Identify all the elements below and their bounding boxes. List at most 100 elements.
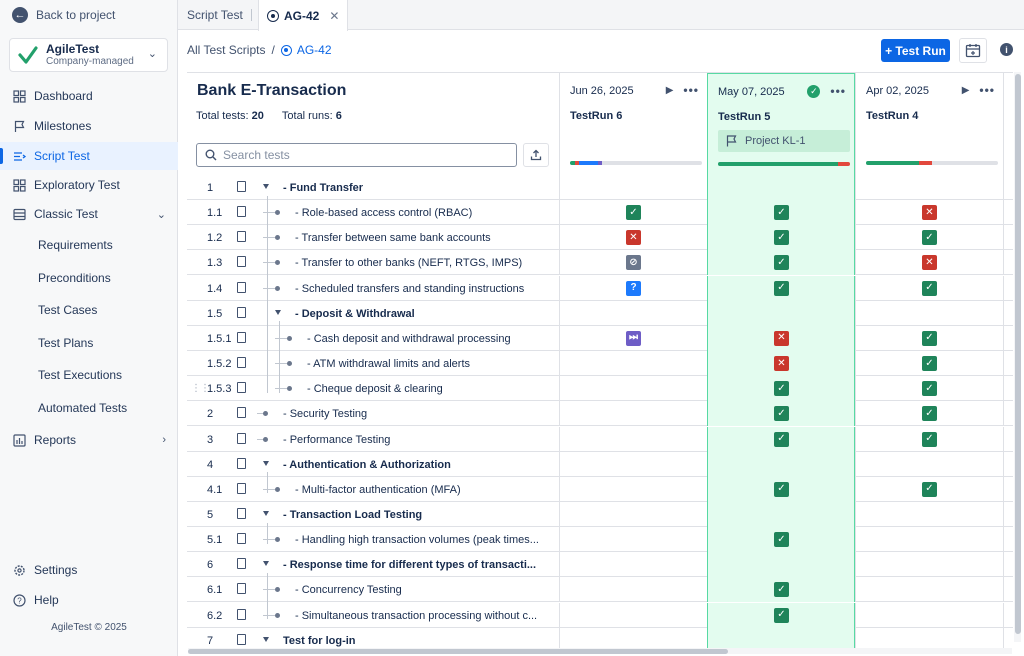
table-row[interactable]: 1.2 - Transfer between same bank accounts… xyxy=(187,225,1013,251)
test-run-column-header[interactable]: Jun 26, 2025 ▶ ••• TestRun 6 xyxy=(559,73,707,175)
scroll-thumb[interactable] xyxy=(188,649,728,654)
sidebar-item-dashboard[interactable]: Dashboard xyxy=(0,82,178,110)
result-cell[interactable] xyxy=(707,175,855,200)
table-row[interactable]: 5 - Transaction Load Testing xyxy=(187,501,1013,527)
pass-status-icon[interactable]: ✓ xyxy=(922,406,937,422)
result-cell[interactable]: ⏭ xyxy=(559,325,707,351)
result-cell[interactable] xyxy=(559,451,707,477)
result-cell[interactable]: ✓ xyxy=(855,225,1003,251)
result-cell[interactable]: ✓ xyxy=(559,200,707,226)
result-cell[interactable] xyxy=(855,577,1003,603)
tab-script-test[interactable]: Script Test xyxy=(187,0,243,30)
sidebar-item-milestones[interactable]: Milestones xyxy=(0,112,178,140)
table-row[interactable]: 3 - Performance Testing ✓ ✓ xyxy=(187,426,1013,452)
result-cell[interactable] xyxy=(559,501,707,527)
result-cell[interactable]: ✓ xyxy=(707,401,855,427)
result-cell[interactable] xyxy=(855,527,1003,553)
result-cell[interactable]: ✕ xyxy=(855,200,1003,226)
sidebar-subitem-test-executions[interactable]: Test Executions xyxy=(0,361,178,389)
sidebar-item-settings[interactable]: Settings xyxy=(0,556,178,584)
result-cell[interactable] xyxy=(559,577,707,603)
pass-status-icon[interactable]: ✓ xyxy=(922,280,937,296)
pass-status-icon[interactable]: ✓ xyxy=(922,381,937,397)
result-cell[interactable] xyxy=(707,501,855,527)
result-cell[interactable]: ⊘ xyxy=(559,250,707,276)
table-row[interactable]: 1.5.2 - ATM withdrawal limits and alerts ✕… xyxy=(187,351,1013,377)
pass-status-icon[interactable]: ✓ xyxy=(774,481,789,497)
pass-status-icon[interactable]: ✓ xyxy=(774,582,789,598)
pass-status-icon[interactable]: ✓ xyxy=(774,205,789,221)
table-row[interactable]: 2 - Security Testing ✓ ✓ xyxy=(187,401,1013,427)
table-row[interactable]: 7 Test for log-in xyxy=(187,627,1013,648)
export-button[interactable] xyxy=(523,143,549,167)
result-cell[interactable]: ✕ xyxy=(707,325,855,351)
more-icon[interactable]: ••• xyxy=(683,83,699,97)
caret-down-icon[interactable] xyxy=(263,636,269,642)
unk-status-icon[interactable]: ? xyxy=(626,280,641,296)
result-cell[interactable] xyxy=(559,175,707,200)
result-cell[interactable] xyxy=(559,426,707,452)
sidebar-subitem-automated-tests[interactable]: Automated Tests xyxy=(0,394,178,422)
table-row[interactable]: 1.3 - Transfer to other banks (NEFT, RTGS… xyxy=(187,250,1013,276)
result-cell[interactable] xyxy=(707,451,855,477)
pass-status-icon[interactable]: ✓ xyxy=(922,356,937,372)
tab-ag-42[interactable]: AG-42 ✕ xyxy=(258,0,349,31)
table-row[interactable]: 6.2 - Simultaneous transaction processing… xyxy=(187,602,1013,628)
result-cell[interactable] xyxy=(559,476,707,502)
result-cell[interactable]: ✓ xyxy=(707,275,855,301)
result-cell[interactable] xyxy=(559,351,707,377)
pass-status-icon[interactable]: ✓ xyxy=(774,431,789,447)
table-row[interactable]: 4.1 - Multi-factor authentication (MFA) ✓ ✓ xyxy=(187,476,1013,502)
result-cell[interactable]: ✓ xyxy=(855,325,1003,351)
result-cell[interactable]: ✓ xyxy=(707,225,855,251)
pass-status-icon[interactable]: ✓ xyxy=(922,230,937,246)
caret-down-icon[interactable] xyxy=(263,460,269,466)
scroll-thumb[interactable] xyxy=(1015,74,1021,634)
result-cell[interactable]: ✕ xyxy=(855,250,1003,276)
sidebar-item-exploratory-test[interactable]: Exploratory Test xyxy=(0,171,178,199)
result-cell[interactable] xyxy=(707,627,855,648)
pass-status-icon[interactable]: ✓ xyxy=(922,431,937,447)
sidebar-item-help[interactable]: ? Help xyxy=(0,586,178,614)
result-cell[interactable] xyxy=(559,552,707,578)
play-icon[interactable]: ▶ xyxy=(666,85,674,96)
result-cell[interactable] xyxy=(855,300,1003,326)
table-row[interactable]: ⋮⋮ 1.5.3- Cheque deposit & clearing ✓ ✓ xyxy=(187,376,1013,402)
close-icon[interactable]: ✕ xyxy=(329,9,339,23)
test-run-column-header[interactable]: May 07, 2025 ✓ ••• TestRun 5 Project KL-1 xyxy=(707,73,855,175)
result-cell[interactable]: ✓ xyxy=(707,426,855,452)
result-cell[interactable]: ✓ xyxy=(855,476,1003,502)
more-icon[interactable]: ••• xyxy=(979,83,995,97)
breadcrumb-root[interactable]: All Test Scripts xyxy=(187,43,265,57)
result-cell[interactable]: ? xyxy=(559,275,707,301)
search-input[interactable] xyxy=(223,148,503,162)
caret-down-icon[interactable] xyxy=(263,184,269,189)
table-row[interactable]: 6 - Response time for different types of … xyxy=(187,552,1013,578)
back-to-project-link[interactable]: ← Back to project xyxy=(12,6,115,24)
result-cell[interactable]: ✓ xyxy=(707,527,855,553)
result-cell[interactable] xyxy=(559,527,707,553)
pass-status-icon[interactable]: ✓ xyxy=(774,532,789,548)
result-cell[interactable]: ✕ xyxy=(707,351,855,377)
table-row[interactable]: 1.5.1 - Cash deposit and withdrawal proce… xyxy=(187,325,1013,351)
pass-status-icon[interactable]: ✓ xyxy=(774,381,789,397)
result-cell[interactable]: ✓ xyxy=(855,351,1003,377)
result-cell[interactable]: ✓ xyxy=(707,376,855,402)
sidebar-subitem-preconditions[interactable]: Preconditions xyxy=(0,264,178,292)
result-cell[interactable] xyxy=(855,501,1003,527)
result-cell[interactable] xyxy=(559,627,707,648)
table-row[interactable]: 1.1 - Role-based access control (RBAC) ✓ ✓ ✕ xyxy=(187,200,1013,226)
pass-status-icon[interactable]: ✓ xyxy=(774,406,789,422)
pass-status-icon[interactable]: ✓ xyxy=(774,255,789,271)
sidebar-item-script-test[interactable]: Script Test xyxy=(0,142,178,170)
pass-status-icon[interactable]: ✓ xyxy=(626,205,641,221)
play-icon[interactable]: ▶ xyxy=(962,85,970,96)
caret-down-icon[interactable] xyxy=(263,561,269,567)
result-cell[interactable]: ✓ xyxy=(855,275,1003,301)
result-cell[interactable]: ✓ xyxy=(855,401,1003,427)
linked-project-chip[interactable]: Project KL-1 xyxy=(718,130,850,152)
result-cell[interactable] xyxy=(559,376,707,402)
horizontal-scrollbar[interactable] xyxy=(188,648,1012,654)
project-switcher[interactable]: AgileTest Company-managed ⌄ xyxy=(9,38,168,72)
test-run-column-header[interactable]: Apr 02, 2025 ▶ ••• TestRun 4 xyxy=(855,73,1003,175)
